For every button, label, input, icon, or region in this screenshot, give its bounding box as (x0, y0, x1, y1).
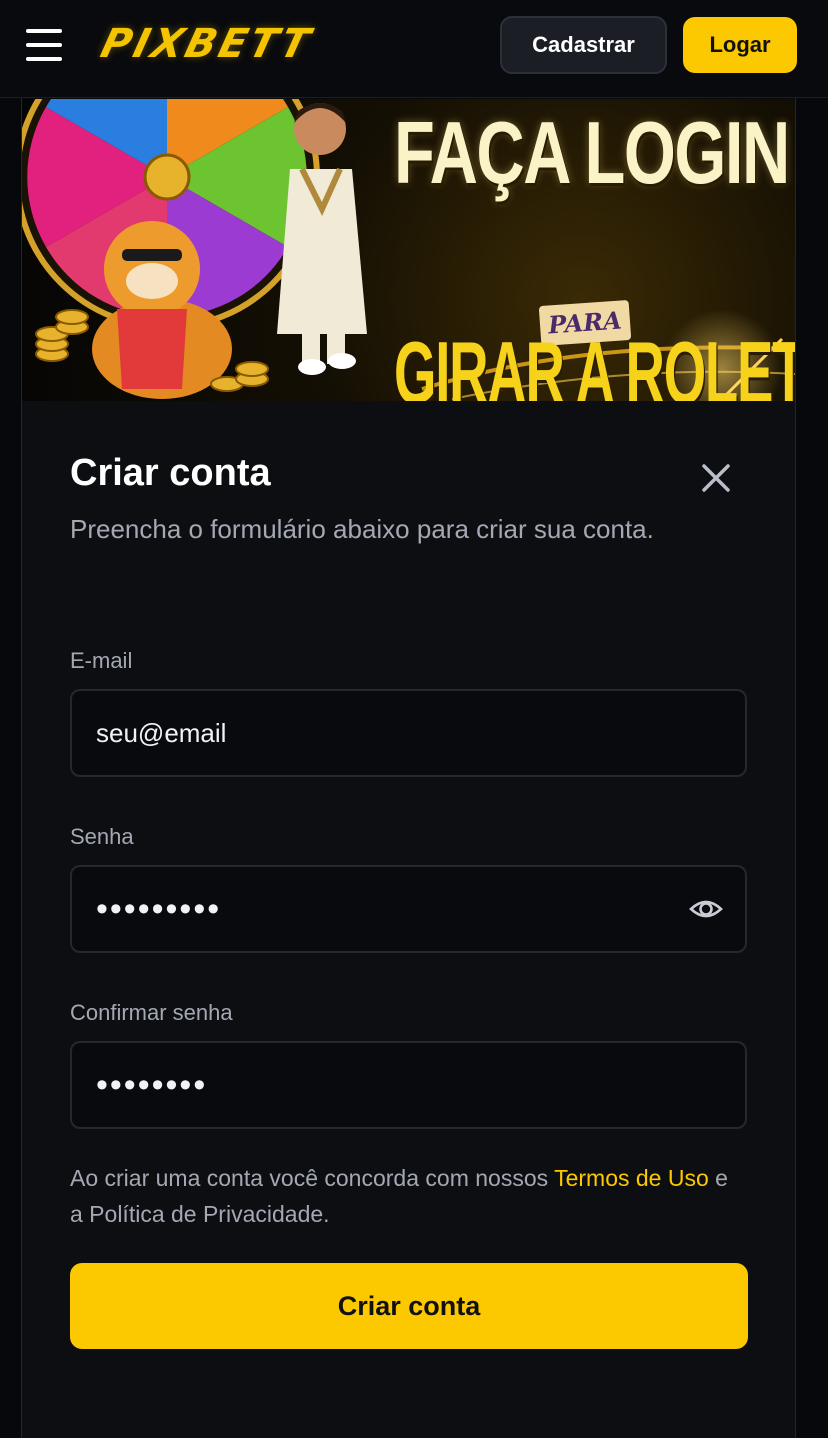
promo-banner[interactable]: FAÇA LOGIN PARA GIRAR A ROLETA (22, 99, 795, 401)
signup-button[interactable]: Cadastrar (500, 16, 667, 74)
hamburger-menu-icon[interactable] (26, 29, 62, 61)
terms-notice: Ao criar uma conta você concorda com nos… (70, 1160, 730, 1232)
create-account-button[interactable]: Criar conta (70, 1263, 748, 1349)
top-navigation-bar: PIXBETT Cadastrar Logar (0, 0, 828, 98)
confirm-password-field[interactable]: •••••••• (70, 1041, 747, 1129)
banner-headline-roulette: GIRAR A ROLETA (394, 323, 795, 402)
eye-icon[interactable] (689, 894, 723, 924)
email-field-value: seu@email (96, 718, 227, 748)
email-field[interactable]: seu@email (70, 689, 747, 777)
page-border-right (795, 98, 796, 1438)
logo-text: PIXBETT (96, 21, 318, 67)
login-button[interactable]: Logar (683, 17, 797, 73)
password-label: Senha (70, 824, 134, 849)
form-title: Criar conta (70, 452, 271, 494)
close-icon[interactable] (698, 460, 734, 496)
banner-headline-login: FAÇA LOGIN (394, 103, 790, 202)
password-field[interactable]: ••••••••• (70, 865, 747, 953)
form-subtitle: Preencha o formulário abaixo para criar … (70, 514, 654, 544)
confirm-password-field-value: •••••••• (96, 1066, 208, 1104)
password-field-value: ••••••••• (96, 890, 222, 928)
pixbett-logo[interactable]: PIXBETT (96, 18, 360, 70)
terms-of-use-link[interactable]: Termos de Uso (554, 1165, 709, 1191)
confirm-password-label: Confirmar senha (70, 1000, 233, 1025)
terms-prefix: Ao criar uma conta você concorda com nos… (70, 1165, 555, 1191)
email-label: E-mail (70, 648, 133, 673)
